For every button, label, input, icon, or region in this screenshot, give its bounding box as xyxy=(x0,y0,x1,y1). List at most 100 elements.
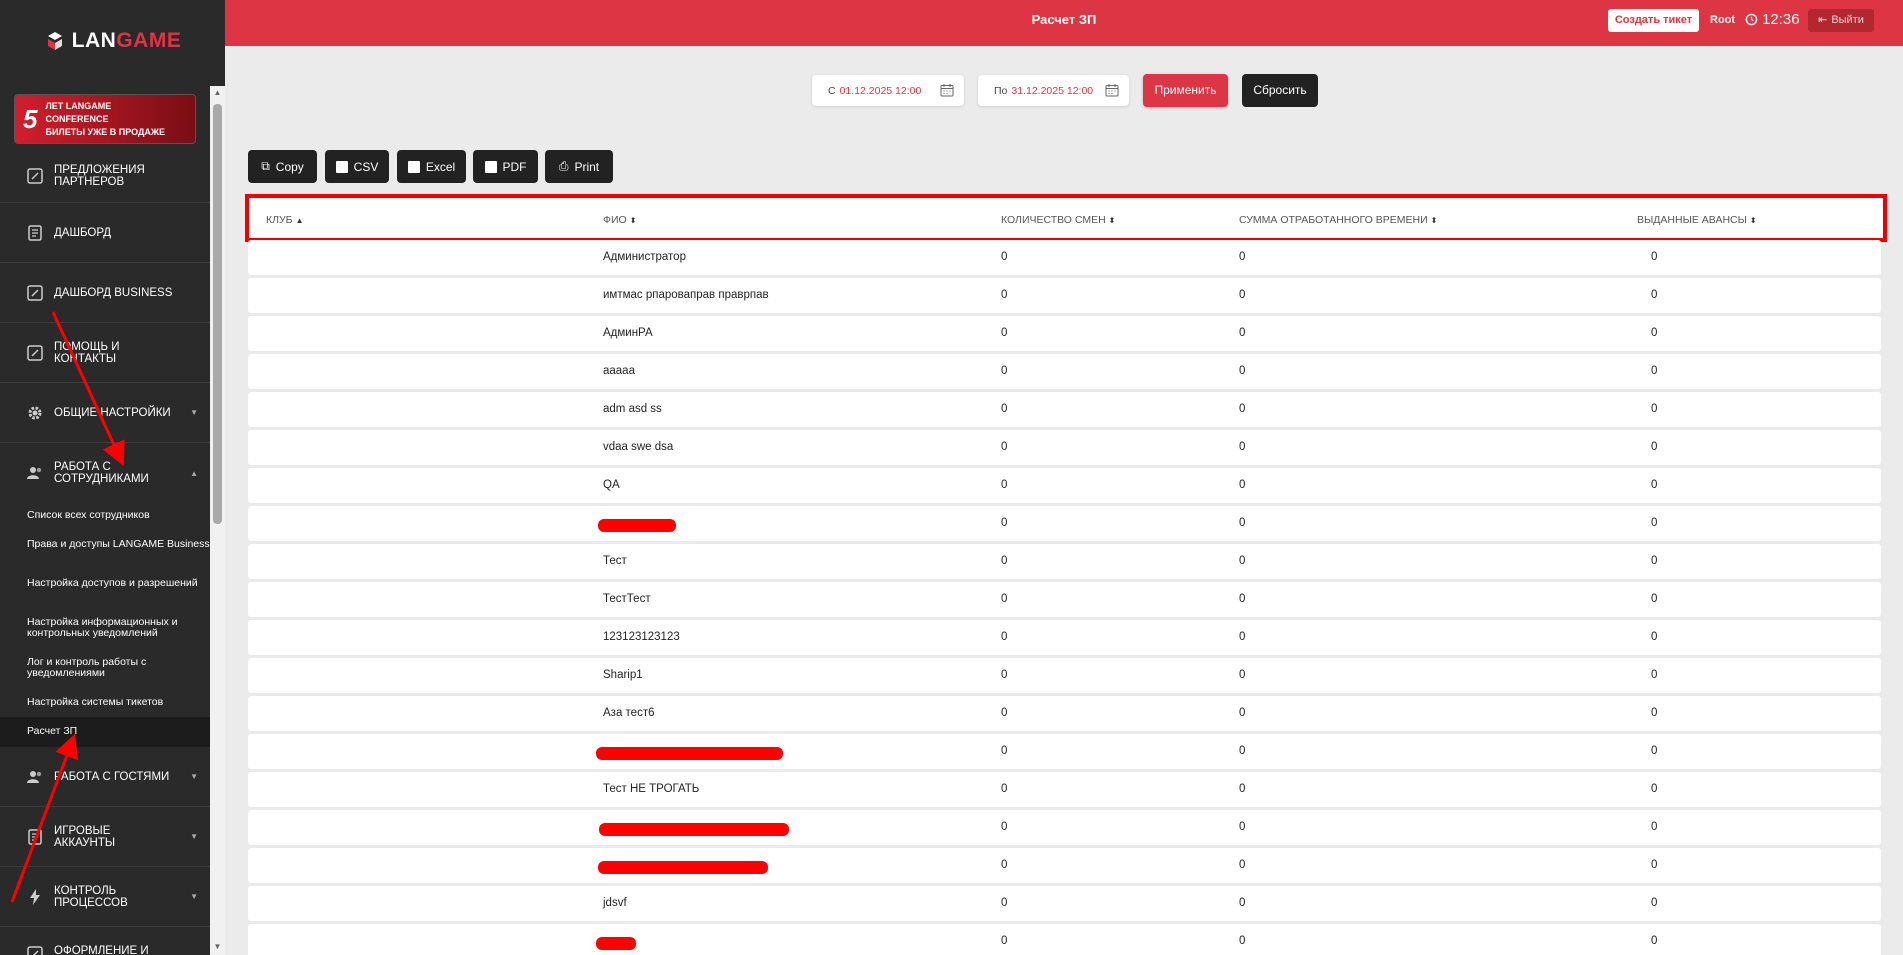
table-row[interactable]: jdsvf 0 0 0 xyxy=(248,886,1881,921)
sort-icon: ⬍ xyxy=(1108,216,1116,225)
cell-advances: 0 xyxy=(1651,555,1658,567)
cell-advances: 0 xyxy=(1651,441,1658,453)
cell-name: vdaa swe dsa xyxy=(603,441,674,453)
column-header-name[interactable]: ФИО ⬍ xyxy=(603,214,636,226)
table-row[interactable]: 0 0 0 xyxy=(248,810,1881,845)
sidebar-item-label: КОНТРОЛЬ ПРОЦЕССОВ xyxy=(54,884,128,909)
cell-shifts: 0 xyxy=(1001,327,1008,339)
sidebar-item-label: ДАШБОРД xyxy=(54,226,112,239)
sidebar-item-partners[interactable]: ПРЕДЛОЖЕНИЯ ПАРТНЕРОВ xyxy=(0,150,210,203)
redaction-mark xyxy=(598,861,768,874)
sort-icon: ⬍ xyxy=(1430,216,1438,225)
table-row[interactable]: QA 0 0 0 xyxy=(248,468,1881,503)
date-from-field[interactable]: С 01.12.2025 12:00 xyxy=(812,75,964,106)
table-row[interactable]: 0 0 0 xyxy=(248,848,1881,883)
cell-time: 0 xyxy=(1239,555,1246,567)
sidebar-item-process-control[interactable]: КОНТРОЛЬ ПРОЦЕССОВ ▼ xyxy=(0,867,210,927)
print-icon: ⎙ xyxy=(558,159,569,173)
scroll-down-icon[interactable]: ▼ xyxy=(211,942,224,952)
cell-shifts: 0 xyxy=(1001,897,1008,909)
table-row[interactable]: Sharip1 0 0 0 xyxy=(248,658,1881,693)
pdf-button[interactable]: PDF xyxy=(473,150,538,183)
excel-button[interactable]: Excel xyxy=(397,150,466,183)
sidebar-item-game-accounts[interactable]: ИГРОВЫЕ АККАУНТЫ ▼ xyxy=(0,807,210,867)
pdf-label: PDF xyxy=(502,159,527,174)
print-label: Print xyxy=(574,159,600,174)
column-header-advances[interactable]: ВЫДАННЫЕ АВАНСЫ ⬍ xyxy=(1637,214,1757,226)
table-row[interactable]: Администратор 0 0 0 xyxy=(248,240,1881,275)
submenu-item-access-settings[interactable]: Настройка доступов и разрешений xyxy=(0,578,210,589)
chevron-up-icon: ▲ xyxy=(190,468,198,478)
cell-name: QA xyxy=(603,479,620,491)
sidebar-item-design[interactable]: ОФОРМЛЕНИЕ И xyxy=(0,927,210,955)
table-row[interactable]: 123123123123 0 0 0 xyxy=(248,620,1881,655)
table-row[interactable]: 0 0 0 xyxy=(248,734,1881,769)
scroll-up-icon[interactable]: ▲ xyxy=(211,88,224,98)
cell-time: 0 xyxy=(1239,289,1246,301)
column-header-shifts[interactable]: КОЛИЧЕСТВО СМЕН ⬍ xyxy=(1001,214,1115,226)
sidebar-item-staff[interactable]: РАБОТА С СОТРУДНИКАМИ ▲ xyxy=(0,443,210,503)
langame-logo[interactable]: LANGAME xyxy=(0,0,225,82)
sort-asc-icon: ▲ xyxy=(295,216,304,225)
table-row[interactable]: Тест НЕ ТРОГАТЬ 0 0 0 xyxy=(248,772,1881,807)
sidebar-item-label: ОБЩИЕ НАСТРОЙКИ xyxy=(54,406,171,419)
table-row[interactable]: 0 0 0 xyxy=(248,506,1881,541)
submenu-item-salary[interactable]: Расчет ЗП xyxy=(0,717,210,747)
sidebar-item-help[interactable]: ПОМОЩЬ И КОНТАКТЫ xyxy=(0,323,210,383)
cell-advances: 0 xyxy=(1651,783,1658,795)
csv-button[interactable]: CSV xyxy=(325,150,389,183)
copy-button[interactable]: ⧉ Copy xyxy=(248,150,317,183)
redaction-mark xyxy=(596,747,783,760)
apply-button[interactable]: Применить xyxy=(1143,74,1228,107)
promo-line-2: CONFERENCE xyxy=(45,113,109,124)
table-row[interactable]: vdaa swe dsa 0 0 0 xyxy=(248,430,1881,465)
cell-time: 0 xyxy=(1239,593,1246,605)
cell-time: 0 xyxy=(1239,897,1246,909)
table-row[interactable]: АдминРА 0 0 0 xyxy=(248,316,1881,351)
table-row[interactable]: 0 0 0 xyxy=(248,924,1881,955)
document-icon xyxy=(26,224,44,242)
column-header-club[interactable]: КЛУБ ▲ xyxy=(266,214,304,226)
sidebar-item-guests[interactable]: РАБОТА С ГОСТЯМИ ▼ xyxy=(0,747,210,807)
submenu-item-all-staff[interactable]: Список всех сотрудников xyxy=(0,510,210,521)
cell-time: 0 xyxy=(1239,669,1246,681)
cell-name: Sharip1 xyxy=(603,669,643,681)
cell-name: имтмас рпароваправ праврпав xyxy=(603,289,769,301)
column-header-time[interactable]: СУММА ОТРАБОТАННОГО ВРЕМЕНИ ⬍ xyxy=(1239,214,1437,226)
submenu-item-notifications[interactable]: Настройка информационных и контрольных у… xyxy=(0,617,210,639)
cell-name: ТестТест xyxy=(603,593,651,605)
submenu-item-rights[interactable]: Права и доступы LANGAME Business xyxy=(0,539,210,550)
create-ticket-button[interactable]: Создать тикет xyxy=(1608,9,1699,32)
print-button[interactable]: ⎙ Print xyxy=(545,150,613,183)
cell-shifts: 0 xyxy=(1001,251,1008,263)
chevron-down-icon: ▼ xyxy=(190,772,198,781)
csv-file-icon xyxy=(335,160,348,173)
sidebar-item-dashboard[interactable]: ДАШБОРД xyxy=(0,203,210,263)
sidebar-item-dashboard-business[interactable]: ДАШБОРД BUSINESS xyxy=(0,263,210,323)
logout-icon: ⇤ xyxy=(1818,14,1828,26)
cell-shifts: 0 xyxy=(1001,365,1008,377)
conference-promo-banner[interactable]: 5 ЛЕТ LANGAME CONFERENCE БИЛЕТЫ УЖЕ В ПР… xyxy=(14,94,196,144)
column-header-label: КОЛИЧЕСТВО СМЕН xyxy=(1001,214,1106,226)
date-to-field[interactable]: По 31.12.2025 12:00 xyxy=(978,75,1129,106)
sidebar-item-label: ИГРОВЫЕ АККАУНТЫ xyxy=(54,824,116,849)
sidebar-scrollbar-thumb[interactable] xyxy=(213,104,222,524)
calendar-icon[interactable] xyxy=(940,83,954,97)
logout-button[interactable]: ⇤ Выйти xyxy=(1808,9,1874,32)
submenu-item-notification-log[interactable]: Лог и контроль работы с уведомлениями xyxy=(0,657,210,679)
table-row[interactable]: Аза тест6 0 0 0 xyxy=(248,696,1881,731)
sidebar-item-general-settings[interactable]: ОБЩИЕ НАСТРОЙКИ ▼ xyxy=(0,383,210,443)
calendar-icon[interactable] xyxy=(1105,83,1119,97)
submenu-item-ticket-settings[interactable]: Настройка системы тикетов xyxy=(0,697,210,708)
table-row[interactable]: ТестТест 0 0 0 xyxy=(248,582,1881,617)
sidebar-item-label: ДАШБОРД BUSINESS xyxy=(54,286,173,299)
cell-advances: 0 xyxy=(1651,403,1658,415)
table-row[interactable]: adm asd ss 0 0 0 xyxy=(248,392,1881,427)
top-header: Расчет ЗП Создать тикет Root 12:36 ⇤ Вый… xyxy=(225,0,1903,46)
user-name[interactable]: Root xyxy=(1710,14,1735,26)
reset-button[interactable]: Сбросить xyxy=(1242,74,1318,107)
table-row[interactable]: Тест 0 0 0 xyxy=(248,544,1881,579)
table-row[interactable]: имтмас рпароваправ праврпав 0 0 0 xyxy=(248,278,1881,313)
cell-shifts: 0 xyxy=(1001,403,1008,415)
table-row[interactable]: ааааа 0 0 0 xyxy=(248,354,1881,389)
